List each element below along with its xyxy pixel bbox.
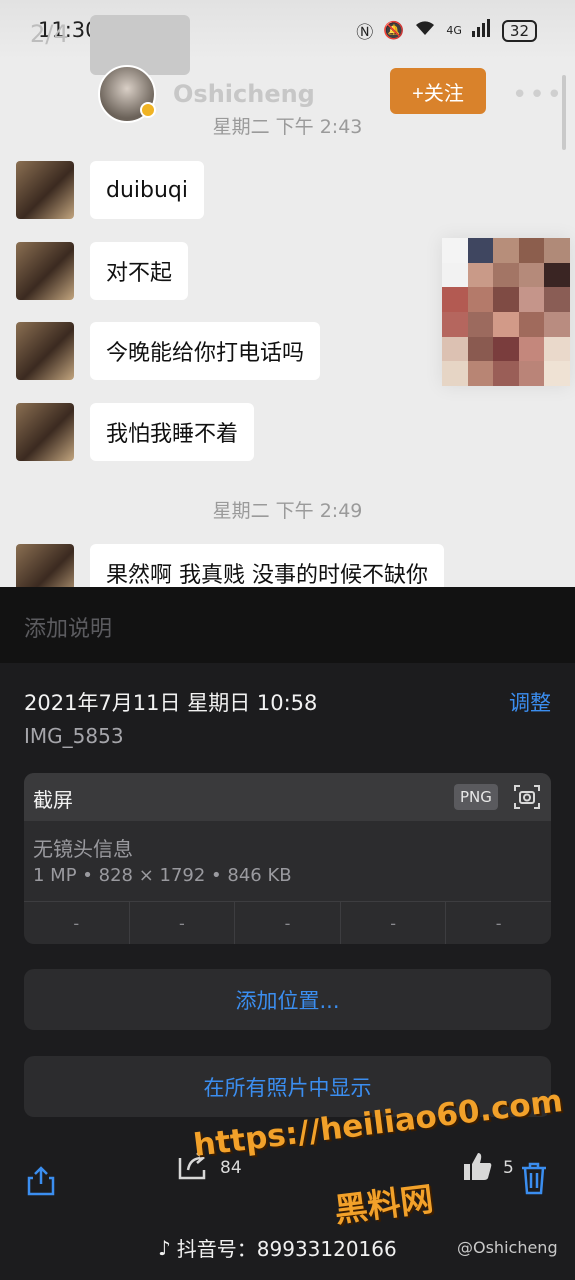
exif-cell: - [24,902,130,944]
message-bubble[interactable]: 我怕我睡不着 [90,403,255,461]
douyin-logo-icon: ♪ [158,1235,171,1260]
chat-message: 果然啊 我真贱 没事的时候不缺你 [16,544,444,587]
sender-avatar[interactable] [16,544,74,587]
photo-date: 2021年7月11日 星期日 10:58 [24,691,318,715]
caption-placeholder: 添加说明 [24,617,113,642]
page-counter: 2/4 [30,20,69,48]
floating-window-thumbnail [90,15,190,75]
like-icon[interactable] [460,1150,494,1182]
battery-icon: 32 [501,19,537,42]
message-bubble[interactable]: duibuqi [90,161,205,219]
status-bar: 11:30 Ⓝ 🔕 4G 32 [0,0,575,60]
message-bubble[interactable]: 果然啊 我真贱 没事的时候不缺你 [90,544,444,587]
trash-icon[interactable] [518,1160,550,1196]
adjust-button[interactable]: 调整 [509,687,551,717]
network-label: 4G [446,24,462,37]
format-badge: PNG [454,784,498,810]
status-right: Ⓝ 🔕 4G 32 [356,18,537,43]
forward-count: 84 [220,1158,242,1178]
like-count: 5 [503,1158,514,1178]
sender-avatar[interactable] [16,322,74,380]
chat-timestamp: 星期二 下午 2:43 [212,116,363,138]
share-icon[interactable] [24,1164,58,1198]
lens-info: 无镜头信息 [33,837,133,861]
douyin-id: 抖音号：89933120166 [176,1237,397,1261]
signal-icon [471,19,492,42]
exif-cell: - [130,902,236,944]
photo-filename: IMG_5853 [24,724,124,748]
metadata-card-header: 截屏 PNG [24,773,551,821]
chat-screenshot: 11:30 Ⓝ 🔕 4G 32 2/4 Oshicheng +关注 ••• 星期… [0,0,575,587]
sender-avatar[interactable] [16,161,74,219]
profile-name[interactable]: Oshicheng [173,80,315,108]
more-icon[interactable]: ••• [512,80,564,110]
image-specs: 1 MP • 828 × 1792 • 846 KB [33,865,292,886]
exif-cell: - [495,914,502,933]
sender-avatar[interactable] [16,242,74,300]
exif-row: - - - - - [24,901,551,944]
chat-message: duibuqi [16,161,205,219]
exif-cell: - [341,902,447,944]
sender-avatar[interactable] [16,403,74,461]
screenshot-icon [514,785,540,809]
media-type: 截屏 [33,788,73,812]
nfc-icon: Ⓝ [356,23,374,43]
chat-message: 今晚能给你打电话吗 [16,322,321,380]
metadata-card: 截屏 PNG 无镜头信息 1 MP • 828 × 1792 • 846 KB … [24,773,551,944]
chat-message: 我怕我睡不着 [16,403,255,461]
caption-input[interactable]: 添加说明 [0,587,575,663]
follow-button[interactable]: +关注 [390,68,486,114]
mute-icon: 🔕 [383,20,405,41]
chat-timestamp: 星期二 下午 2:49 [212,500,363,522]
chat-message: 对不起 [16,242,189,300]
add-location-button[interactable]: 添加位置... [24,969,551,1030]
wifi-icon [414,19,436,42]
exif-cell: - [235,902,341,944]
message-bubble[interactable]: 对不起 [90,242,189,300]
weibo-watermark: @Oshicheng [457,1238,558,1257]
douyin-watermark: ♪ 抖音号：89933120166 [158,1233,397,1262]
message-bubble[interactable]: 今晚能给你打电话吗 [90,322,321,380]
pixelated-image-thumbnail[interactable] [442,238,570,386]
